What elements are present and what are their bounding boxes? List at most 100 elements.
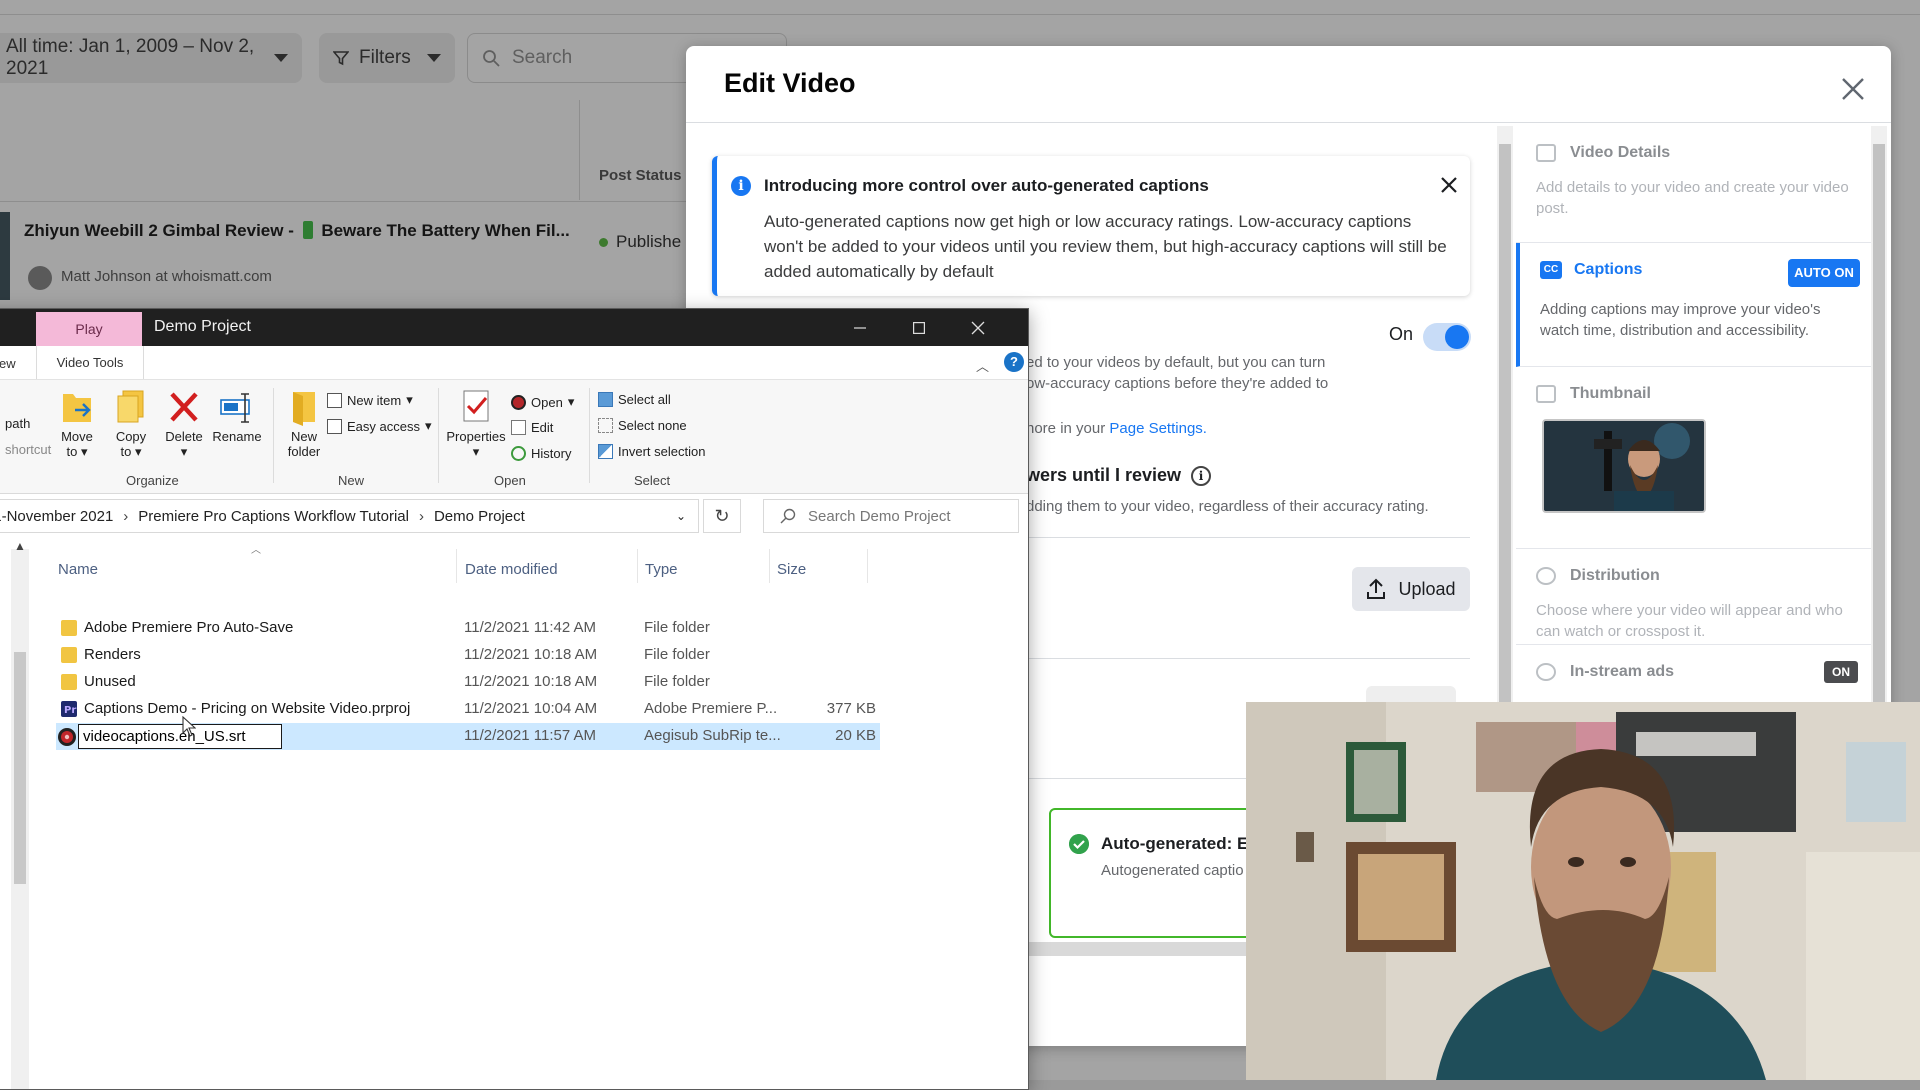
group-label-open: Open [494,473,526,488]
ribbon: path shortcut Move to ▾ Copy to ▾ Delete… [0,380,1028,494]
history-button[interactable]: History [511,446,571,461]
post-status-header: Post Status [599,167,682,184]
tab-view[interactable]: ew [0,356,16,371]
auto-captions-toggle[interactable] [1423,323,1471,351]
file-list: ︿ Name Date modified Type Size Adobe Pre… [41,539,1028,1089]
copy-folder-icon [117,390,144,423]
file-type: File folder [644,673,710,690]
new-item-button[interactable]: New item ▾ [327,392,413,408]
video-title[interactable]: Zhiyun Weebill 2 Gimbal Review - Beware … [24,221,570,241]
file-name: Renders [84,646,141,663]
maximize-button[interactable] [890,309,948,346]
maximize-icon [913,321,925,334]
info-icon[interactable]: i [1191,465,1212,486]
close-icon[interactable] [1438,174,1460,196]
select-all-button[interactable]: Select all [598,392,671,407]
aegisub-icon [511,394,526,410]
rename-button[interactable]: Rename [209,388,265,444]
invert-selection-button[interactable]: Invert selection [598,444,705,459]
search-icon [780,508,796,524]
page-settings-link[interactable]: Page Settings. [1109,420,1207,437]
copy-path-button[interactable]: path [5,416,30,431]
help-icon[interactable]: ? [1004,352,1024,372]
sidebar-item-in-stream-ads[interactable]: In-stream ads ON [1516,645,1871,705]
chevron-down-icon[interactable]: ⌄ [676,509,686,523]
edit-button[interactable]: Edit [511,420,553,435]
sidebar-scrollbar-thumb[interactable] [1873,144,1885,744]
select-none-button[interactable]: Select none [598,418,687,433]
breadcrumb-item[interactable]: 11-November 2021 [0,508,113,525]
column-header-date[interactable]: Date modified [465,561,558,578]
minimize-icon [854,326,866,329]
close-icon [971,321,985,334]
file-name: Adobe Premiere Pro Auto-Save [84,619,294,636]
properties-button[interactable]: Properties ▾ [443,388,509,460]
chevron-up-icon[interactable]: ︿ [976,356,989,375]
copy-to-button[interactable]: Copy to ▾ [105,388,157,460]
button-label: Copy [115,429,147,444]
column-header-name[interactable]: Name [58,561,98,578]
scroll-up-icon[interactable]: ▲ [14,539,26,553]
sidebar-item-captions[interactable]: CC Captions AUTO ON Adding captions may … [1516,243,1871,367]
search-input[interactable]: Search Demo Project [763,499,1019,533]
column-divider[interactable] [769,549,770,583]
column-divider[interactable] [637,549,638,583]
mouse-pointer-icon [182,716,196,737]
file-size: 377 KB [826,700,876,717]
file-explorer-window: Play Demo Project ew Video Tools ︿ ? pat… [0,308,1029,1090]
refresh-button[interactable]: ↻ [703,499,741,533]
search-icon [483,50,500,67]
table-row[interactable]: Adobe Premiere Pro Auto-Save 11/2/2021 1… [56,615,880,642]
navigation-pane: ▲ [0,539,42,1089]
move-to-button[interactable]: Move to ▾ [51,388,103,460]
sidebar-item-thumbnail[interactable]: Thumbnail [1516,367,1871,549]
new-folder-button[interactable]: New folder [281,388,327,459]
share-icon [1536,567,1556,585]
easy-access-button[interactable]: Easy access ▾ [327,418,432,434]
video-thumbnail-image[interactable] [1542,419,1706,513]
row-divider [0,201,700,202]
paste-shortcut-button[interactable]: shortcut [5,442,51,457]
video-title-part: Zhiyun Weebill 2 Gimbal Review - [24,221,299,240]
minimize-button[interactable] [831,309,889,346]
captions-description: ed to your videos by default, but you ca… [1026,352,1328,394]
breadcrumb[interactable]: 11-November 2021 › Premiere Pro Captions… [0,499,699,533]
column-header-size[interactable]: Size [777,561,806,578]
close-icon[interactable] [1836,72,1870,106]
table-row-selected[interactable]: 11/2/2021 11:57 AM Aegisub SubRip te... … [56,723,880,750]
close-button[interactable] [949,309,1007,346]
date-range-dropdown[interactable]: All time: Jan 1, 2009 – Nov 2, 2021 [0,33,302,83]
open-button[interactable]: Open ▾ [511,394,574,410]
table-row[interactable]: Renders 11/2/2021 10:18 AM File folder [56,642,880,669]
caption-notice-banner: i Introducing more control over auto-gen… [712,156,1470,296]
rename-field[interactable] [78,724,282,749]
table-row[interactable]: Pr Captions Demo - Pricing on Website Vi… [56,696,880,723]
tab-play[interactable]: Play [36,312,142,346]
sidebar-item-distribution[interactable]: Distribution Choose where your video wil… [1516,549,1871,645]
table-row[interactable]: Unused 11/2/2021 10:18 AM File folder [56,669,880,696]
search-placeholder: Search Demo Project [808,507,951,525]
button-label: New item [347,392,402,408]
delete-button[interactable]: Delete ▾ [159,388,209,460]
sidebar-item-desc: Adding captions may improve your video's… [1540,301,1821,339]
button-label: to ▾ [66,444,88,459]
breadcrumb-item[interactable]: Premiere Pro Captions Workflow Tutorial [138,508,409,525]
window-titlebar[interactable]: Play Demo Project [0,309,1028,346]
sidebar-item-video-details[interactable]: Video Details Add details to your video … [1516,126,1871,243]
filters-button[interactable]: Filters [319,33,455,83]
folder-icon [61,647,77,663]
column-divider[interactable] [456,549,457,583]
nav-scrollbar-thumb[interactable] [14,652,26,884]
window-title: Demo Project [154,318,251,335]
column-divider[interactable] [867,549,868,583]
group-label-select: Select [634,473,671,488]
button-label: History [531,446,572,461]
column-header-type[interactable]: Type [645,561,678,578]
video-thumbnail[interactable] [0,212,10,300]
notice-title: Introducing more control over auto-gener… [764,176,1209,195]
settings-text: nore in your [1026,420,1110,437]
dropdown-caret: ▾ [406,392,413,407]
breadcrumb-item[interactable]: Demo Project [434,508,525,525]
tab-video-tools[interactable]: Video Tools [36,346,144,379]
upload-button[interactable]: Upload [1352,567,1470,611]
